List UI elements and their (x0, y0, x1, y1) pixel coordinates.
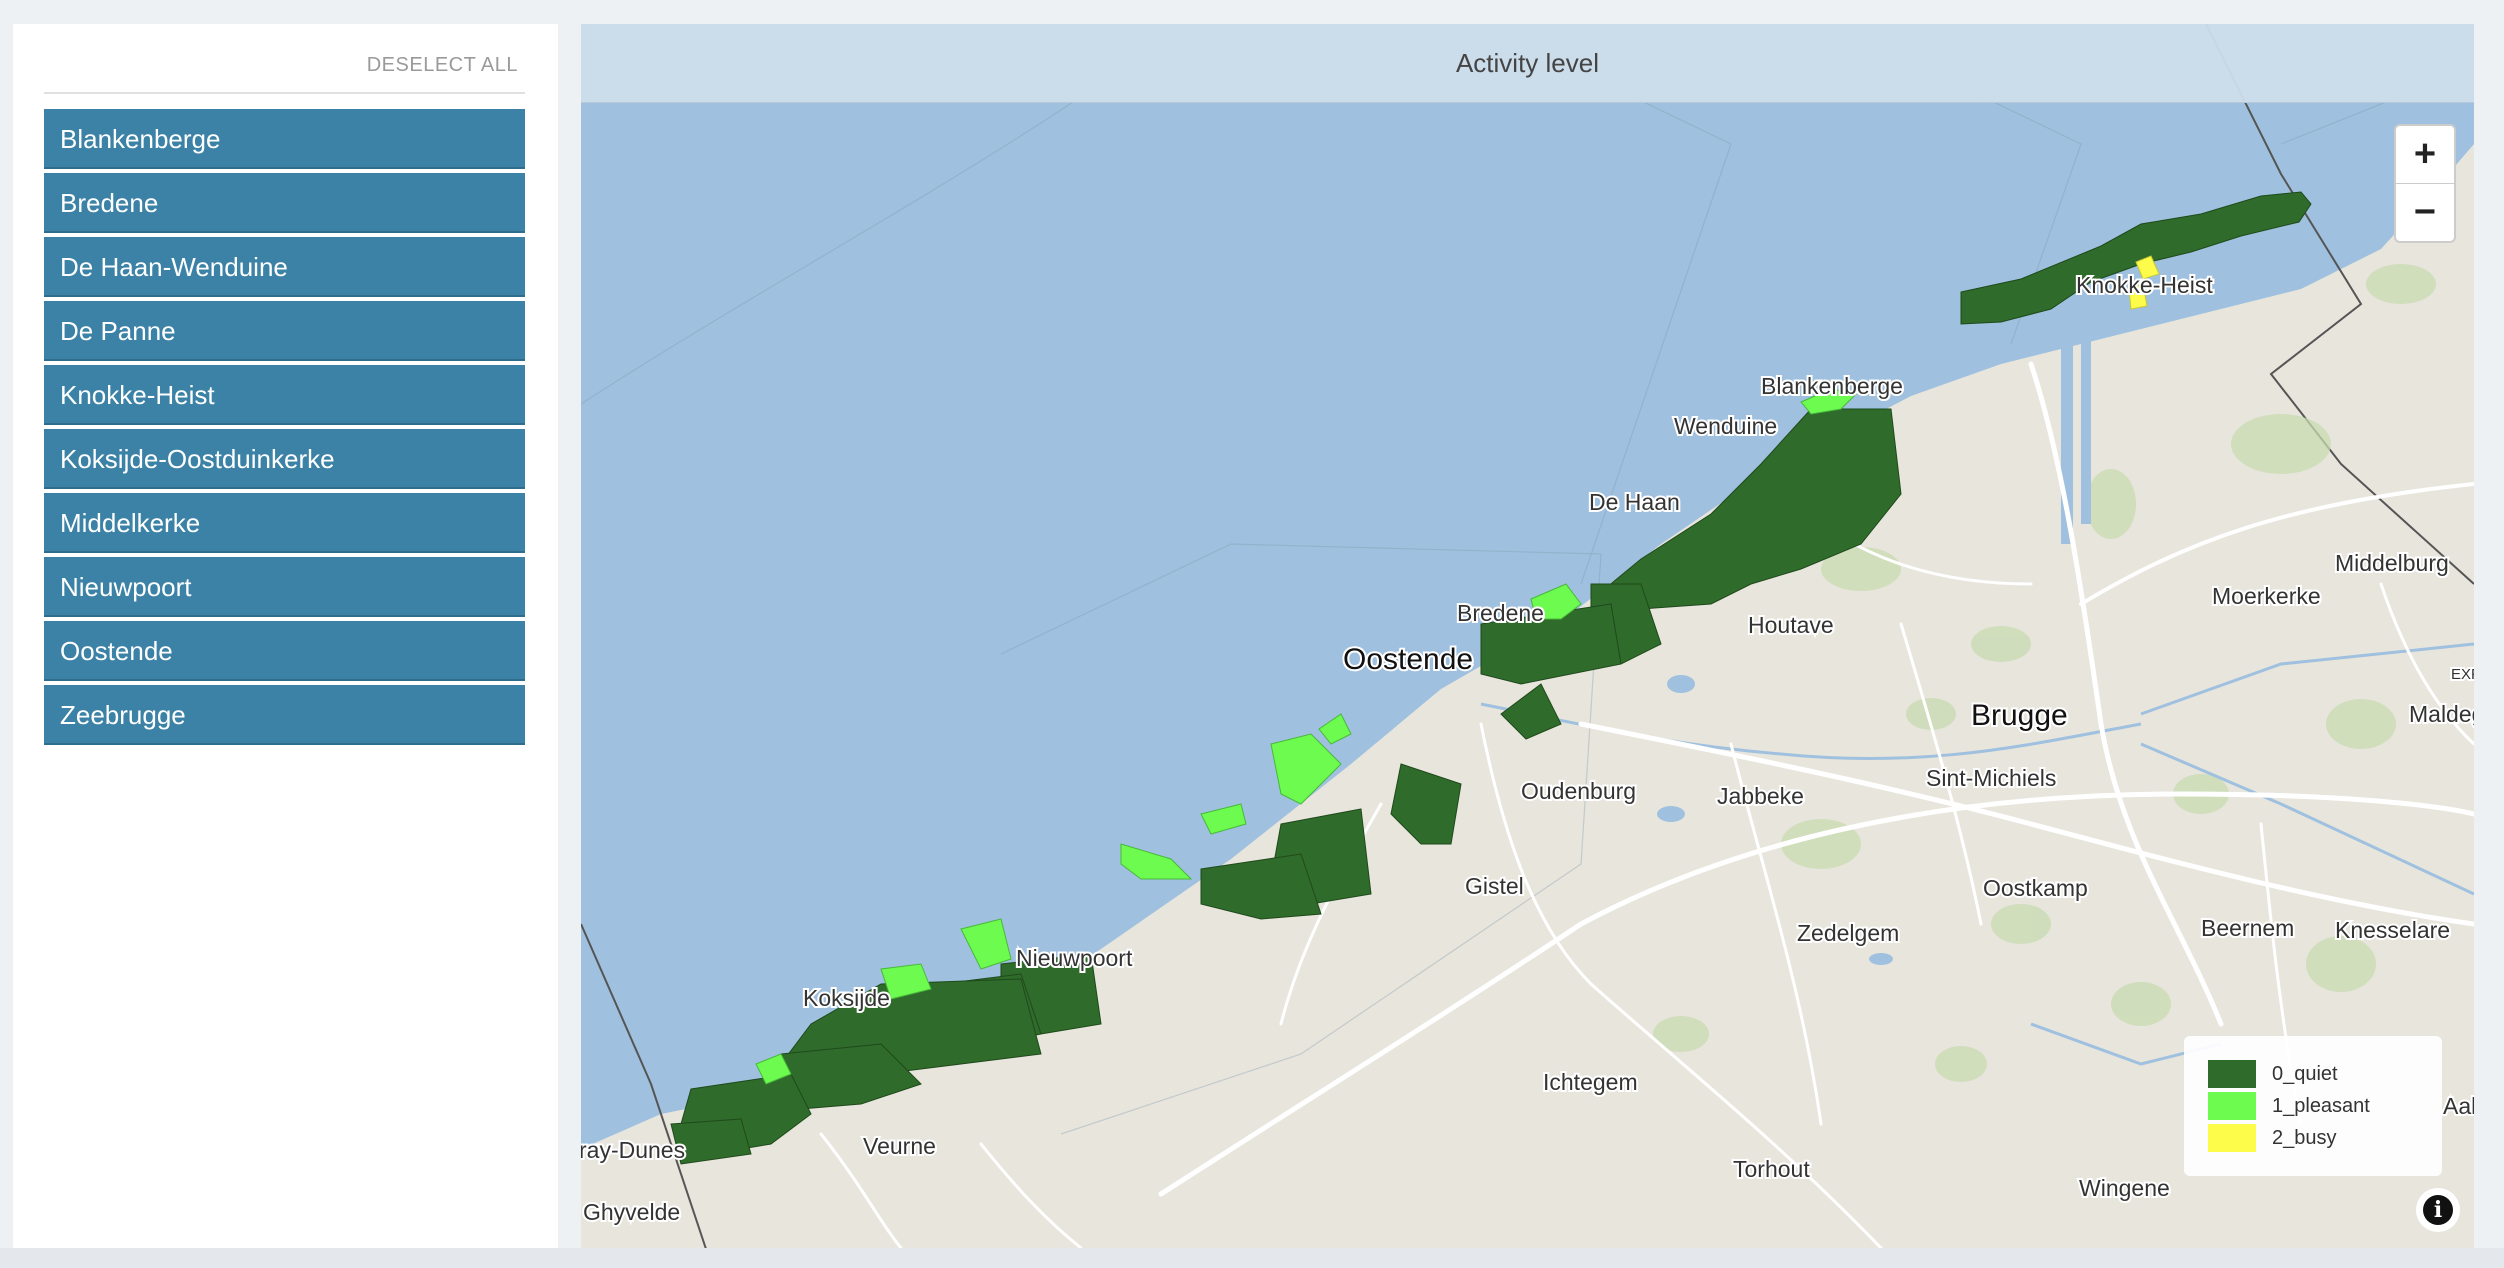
legend-row-busy: 2_busy (2208, 1122, 2442, 1154)
place-label-maldegem: Maldeg (2409, 701, 2474, 727)
legend-swatch-pleasant (2208, 1092, 2256, 1120)
legend-row-pleasant: 1_pleasant (2208, 1090, 2442, 1122)
info-icon: i (2423, 1195, 2453, 1225)
legend-label-busy: 2_busy (2272, 1126, 2337, 1149)
place-label-ghyvelde: Ghyvelde (583, 1199, 680, 1225)
sidebar-divider (44, 92, 525, 94)
zoom-out-button[interactable]: − (2396, 183, 2454, 241)
place-label-moerkerke: Moerkerke (2212, 583, 2321, 609)
municipality-sidebar: DESELECT ALL Blankenberge Bredene De Haa… (13, 24, 558, 1248)
municipality-list: Blankenberge Bredene De Haan-Wenduine De… (44, 109, 525, 749)
activity-legend: 0_quiet 1_pleasant 2_busy (2184, 1036, 2442, 1176)
zoom-in-button[interactable]: + (2396, 126, 2454, 183)
municipality-item-nieuwpoort[interactable]: Nieuwpoort (44, 557, 525, 617)
place-label-oostkamp: Oostkamp (1983, 875, 2088, 901)
bottom-strip (0, 1248, 2504, 1268)
municipality-item-koksijde-oostduinkerke[interactable]: Koksijde-Oostduinkerke (44, 429, 525, 489)
municipality-item-knokke-heist[interactable]: Knokke-Heist (44, 365, 525, 425)
place-label-gistel: Gistel (1465, 873, 1524, 899)
place-label-koksijde: Koksijde (803, 985, 890, 1011)
zoom-control: + − (2394, 124, 2456, 243)
municipality-item-oostende[interactable]: Oostende (44, 621, 525, 681)
place-label-knokke-heist: Knokke-Heist (2076, 272, 2213, 298)
place-label-ichtegem: Ichtegem (1543, 1069, 1638, 1095)
place-label-wingene: Wingene (2079, 1175, 2170, 1201)
place-label-exf: EXF (2451, 666, 2474, 683)
map-panel[interactable]: Activity level Knokke-Heist Blankenberge… (581, 24, 2474, 1248)
place-label-middelburg: Middelburg (2335, 550, 2449, 576)
legend-swatch-quiet (2208, 1060, 2256, 1088)
municipality-item-blankenberge[interactable]: Blankenberge (44, 109, 525, 169)
deselect-all-button[interactable]: DESELECT ALL (367, 54, 518, 77)
place-label-nieuwpoort: Nieuwpoort (1016, 945, 1133, 971)
place-label-brugge: Brugge (1971, 699, 2068, 732)
place-label-houtave: Houtave (1748, 612, 1834, 638)
municipality-item-de-panne[interactable]: De Panne (44, 301, 525, 361)
place-label-de-haan: De Haan (1589, 489, 1680, 515)
municipality-item-de-haan-wenduine[interactable]: De Haan-Wenduine (44, 237, 525, 297)
place-label-wenduine: Wenduine (1674, 413, 1777, 439)
place-label-veurne: Veurne (863, 1133, 936, 1159)
place-label-oudenburg: Oudenburg (1521, 778, 1636, 804)
legend-swatch-busy (2208, 1124, 2256, 1152)
legend-row-quiet: 0_quiet (2208, 1058, 2442, 1090)
map-title: Activity level (581, 24, 2474, 103)
place-label-jabbeke: Jabbeke (1717, 783, 1804, 809)
place-label-beernem: Beernem (2201, 915, 2294, 941)
place-label-sint-michiels: Sint-Michiels (1926, 765, 2056, 791)
place-label-blankenberge: Blankenberge (1761, 373, 1903, 399)
place-label-oostende: Oostende (1343, 643, 1473, 676)
place-label-zedelgem: Zedelgem (1797, 920, 1899, 946)
legend-label-pleasant: 1_pleasant (2272, 1094, 2370, 1117)
place-label-torhout: Torhout (1733, 1156, 1810, 1182)
info-button[interactable]: i (2416, 1188, 2460, 1232)
municipality-item-middelkerke[interactable]: Middelkerke (44, 493, 525, 553)
place-label-knesselare: Knesselare (2335, 917, 2450, 943)
municipality-item-zeebrugge[interactable]: Zeebrugge (44, 685, 525, 745)
legend-label-quiet: 0_quiet (2272, 1062, 2338, 1085)
municipality-item-bredene[interactable]: Bredene (44, 173, 525, 233)
place-label-bray-dunes: ray-Dunes (581, 1137, 685, 1163)
place-label-bredene: Bredene (1457, 600, 1544, 626)
place-label-aalter: Aalt (2443, 1093, 2474, 1119)
